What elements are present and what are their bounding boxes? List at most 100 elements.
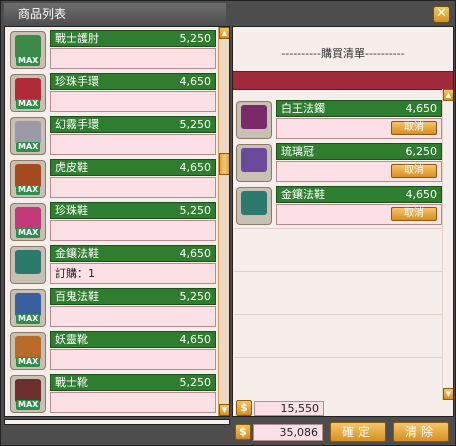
product-name: 虎皮鞋 <box>55 161 88 174</box>
cart-item-actions: 取消 <box>276 204 442 225</box>
product-name: 妖靈靴 <box>55 333 88 346</box>
product-thumbnail[interactable]: MAX <box>10 117 46 155</box>
cart-total-money-icon: $ <box>236 400 252 416</box>
product-order-info <box>50 177 216 198</box>
cart-item[interactable]: 金鑲法鞋 4,650 取消 <box>234 185 447 227</box>
product-row[interactable]: MAX 百鬼法鞋 5,250 <box>8 287 216 329</box>
product-row[interactable]: MAX 戰士護肘 5,250 <box>8 29 216 71</box>
cart-scrollbar[interactable]: ▲ ▼ <box>442 89 453 400</box>
max-badge: MAX <box>16 228 41 238</box>
product-row[interactable]: MAX 珍珠手環 4,650 <box>8 72 216 114</box>
product-name-band: 珍珠手環 4,650 <box>50 73 216 90</box>
product-name-band: 虎皮鞋 4,650 <box>50 159 216 176</box>
product-order-info <box>50 91 216 112</box>
shop-window: 商品列表 MAX 戰士護肘 5,250 MAX 珍珠手環 4,650 MAX 幻霧手環 5,25… <box>0 0 456 446</box>
cart-item-thumbnail <box>236 187 272 225</box>
product-name: 金鑲法鞋 <box>55 247 99 260</box>
product-name-band: 妖靈靴 4,650 <box>50 331 216 348</box>
product-row[interactable]: MAX 虎皮鞋 4,650 <box>8 158 216 200</box>
product-name: 戰士護肘 <box>55 32 99 45</box>
max-badge: MAX <box>16 142 41 152</box>
cart-item[interactable]: 琉璃冠 6,250 取消 <box>234 142 447 184</box>
product-status-bar <box>4 419 230 425</box>
product-order-info: 訂購：1 <box>50 263 216 284</box>
cart-item-name: 琉璃冠 <box>281 145 314 158</box>
product-row[interactable]: MAX 珍珠鞋 5,250 <box>8 201 216 243</box>
product-thumbnail[interactable]: MAX <box>10 332 46 370</box>
product-price: 4,650 <box>179 161 212 174</box>
product-order-info <box>50 349 216 370</box>
product-thumbnail[interactable] <box>10 246 46 284</box>
product-price: 5,250 <box>179 204 212 217</box>
product-row[interactable]: 金鑲法鞋 4,650 訂購：1 <box>8 244 216 286</box>
clear-button[interactable]: 清除 <box>393 422 449 442</box>
product-row[interactable]: MAX 戰士靴 5,250 <box>8 373 216 415</box>
bracelet-icon <box>241 105 267 129</box>
max-badge: MAX <box>16 185 41 195</box>
product-price: 4,650 <box>179 75 212 88</box>
cart-panel: ----------購買清單---------- 白王法鐲 4,650 取消 琉璃冠 6… <box>232 26 454 417</box>
balance-value: 35,086 <box>253 424 323 441</box>
product-list-panel: MAX 戰士護肘 5,250 MAX 珍珠手環 4,650 MAX 幻霧手環 5,250 MAX 虎… <box>4 26 230 417</box>
product-name-band: 珍珠鞋 5,250 <box>50 202 216 219</box>
product-name-band: 幻霧手環 5,250 <box>50 116 216 133</box>
boots-icon <box>15 250 41 274</box>
cart-item[interactable]: 白王法鐲 4,650 取消 <box>234 99 447 141</box>
empty-cart-slot <box>234 314 447 354</box>
product-thumbnail[interactable]: MAX <box>10 31 46 69</box>
cancel-button[interactable]: 取消 <box>391 164 437 178</box>
crown-icon <box>241 148 267 172</box>
balance-money-icon: $ <box>235 424 251 440</box>
product-price: 4,650 <box>179 333 212 346</box>
cart-item-name-band: 琉璃冠 6,250 <box>276 143 442 160</box>
cart-scroll-up-button[interactable]: ▲ <box>443 89 453 101</box>
product-thumbnail[interactable]: MAX <box>10 160 46 198</box>
cart-item-name-band: 金鑲法鞋 4,650 <box>276 186 442 203</box>
boots-icon <box>241 191 267 215</box>
scroll-up-button[interactable]: ▲ <box>219 27 229 39</box>
cancel-button[interactable]: 取消 <box>391 121 437 135</box>
product-scrollbar[interactable]: ▲ ▼ <box>218 27 229 416</box>
product-order-info <box>50 134 216 155</box>
product-thumbnail[interactable]: MAX <box>10 74 46 112</box>
cart-item-name: 金鑲法鞋 <box>281 188 325 201</box>
cart-item-price: 4,650 <box>405 188 438 201</box>
product-name: 幻霧手環 <box>55 118 99 131</box>
cart-scroll-down-button[interactable]: ▼ <box>443 388 453 400</box>
product-name: 戰士靴 <box>55 376 88 389</box>
empty-cart-slot <box>234 357 447 397</box>
cancel-button[interactable]: 取消 <box>391 207 437 221</box>
cart-item-thumbnail <box>236 101 272 139</box>
product-order-info <box>50 306 216 327</box>
max-badge: MAX <box>16 400 41 410</box>
close-button[interactable]: ✕ <box>433 6 450 23</box>
product-order-info <box>50 220 216 241</box>
product-price: 4,650 <box>179 247 212 260</box>
product-name-band: 金鑲法鞋 4,650 <box>50 245 216 262</box>
product-name: 珍珠手環 <box>55 75 99 88</box>
cart-item-actions: 取消 <box>276 161 442 182</box>
confirm-button[interactable]: 確定 <box>330 422 386 442</box>
max-badge: MAX <box>16 56 41 66</box>
scroll-thumb[interactable] <box>219 153 229 175</box>
product-row[interactable]: MAX 妖靈靴 4,650 <box>8 330 216 372</box>
cart-total-value: 15,550 <box>254 401 324 416</box>
window-title: 商品列表 <box>4 3 226 25</box>
cart-header-band <box>233 71 453 90</box>
product-thumbnail[interactable]: MAX <box>10 203 46 241</box>
max-badge: MAX <box>16 99 41 109</box>
product-price: 5,250 <box>179 118 212 131</box>
product-name: 百鬼法鞋 <box>55 290 99 303</box>
max-badge: MAX <box>16 357 41 367</box>
product-price: 5,250 <box>179 376 212 389</box>
max-badge: MAX <box>16 314 41 324</box>
empty-cart-slot <box>234 228 447 268</box>
cart-item-thumbnail <box>236 144 272 182</box>
cart-item-price: 6,250 <box>405 145 438 158</box>
product-thumbnail[interactable]: MAX <box>10 375 46 413</box>
scroll-down-button[interactable]: ▼ <box>219 404 229 416</box>
product-order-info <box>50 48 216 69</box>
product-thumbnail[interactable]: MAX <box>10 289 46 327</box>
product-name-band: 戰士護肘 5,250 <box>50 30 216 47</box>
product-row[interactable]: MAX 幻霧手環 5,250 <box>8 115 216 157</box>
